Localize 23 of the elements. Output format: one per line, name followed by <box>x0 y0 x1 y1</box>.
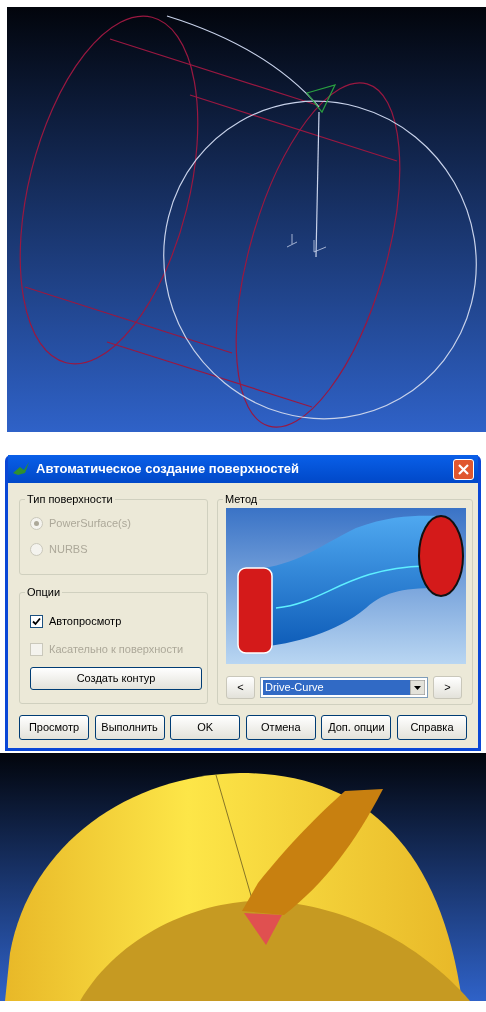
app-icon <box>12 461 30 477</box>
radio-label: NURBS <box>49 541 88 557</box>
dialog-button[interactable]: Отмена <box>245 715 316 740</box>
group-title: Тип поверхности <box>25 492 115 506</box>
group-title: Метод <box>223 492 260 506</box>
group-title: Опции <box>25 585 63 599</box>
dialog-button[interactable]: Просмотр <box>19 715 89 740</box>
close-icon <box>458 463 469 475</box>
close-button[interactable] <box>453 458 474 480</box>
checkbox[interactable] <box>30 614 43 628</box>
checkmark-icon <box>32 616 41 626</box>
dialog-button[interactable]: OK <box>170 715 241 740</box>
checkbox-label: Автопросмотр <box>49 613 122 629</box>
dialog-button[interactable]: Доп. опции <box>321 715 392 740</box>
dialog-button[interactable]: Выполнить <box>94 715 165 740</box>
create-contour-button[interactable]: Создать контур <box>30 667 202 690</box>
method-dropdown[interactable]: Drive-Curve <box>260 677 428 698</box>
dropdown-arrow-icon <box>410 680 425 695</box>
checkbox-label: Касательно к поверхности <box>49 641 184 657</box>
dropdown-value: Drive-Curve <box>263 680 410 695</box>
dialog-button[interactable]: Справка <box>396 715 467 740</box>
window-title: Автоматическое создание поверхностей <box>36 460 301 479</box>
radio-label: PowerSurface(s) <box>49 515 131 531</box>
